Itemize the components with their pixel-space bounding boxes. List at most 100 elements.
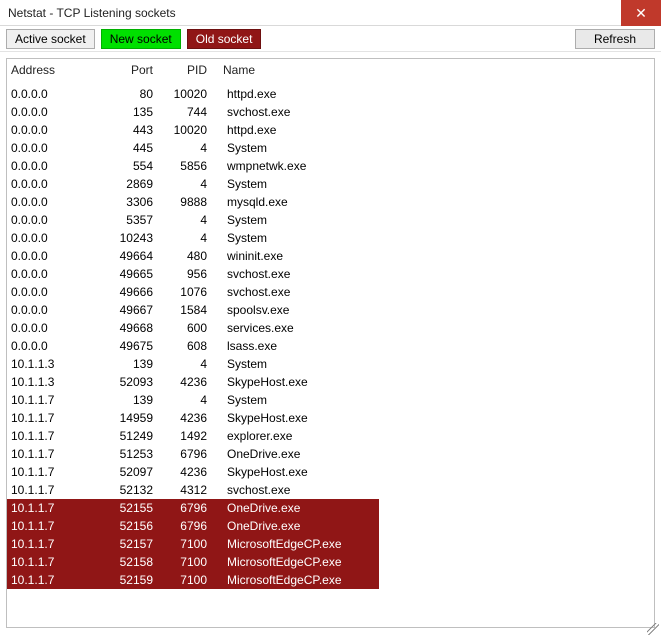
- legend-old-socket[interactable]: Old socket: [187, 29, 262, 49]
- cell-pid: 608: [165, 337, 219, 355]
- window-title: Netstat - TCP Listening sockets: [8, 6, 176, 20]
- cell-pid: 4: [165, 139, 219, 157]
- cell-address: 10.1.1.7: [7, 535, 107, 553]
- col-header-address[interactable]: Address: [7, 59, 107, 85]
- cell-name: svchost.exe: [219, 265, 654, 283]
- cell-address: 0.0.0.0: [7, 301, 107, 319]
- table-row[interactable]: 0.0.0.0496671584spoolsv.exe: [7, 301, 654, 319]
- table-row[interactable]: 10.1.1.7520974236SkypeHost.exe: [7, 463, 654, 481]
- cell-address: 10.1.1.3: [7, 355, 107, 373]
- table-row[interactable]: 0.0.0.0496661076svchost.exe: [7, 283, 654, 301]
- table-row[interactable]: 0.0.0.0102434System: [7, 229, 654, 247]
- col-header-port[interactable]: Port: [107, 59, 165, 85]
- cell-name: SkypeHost.exe: [219, 373, 654, 391]
- toolbar: Active socket New socket Old socket Refr…: [0, 26, 661, 52]
- table-row[interactable]: 10.1.1.7521577100MicrosoftEdgeCP.exe: [7, 535, 654, 553]
- cell-name: SkypeHost.exe: [219, 409, 654, 427]
- cell-address: 10.1.1.7: [7, 499, 107, 517]
- cell-address: 10.1.1.7: [7, 445, 107, 463]
- table-row[interactable]: 0.0.0.033069888mysqld.exe: [7, 193, 654, 211]
- table-row[interactable]: 0.0.0.08010020httpd.exe: [7, 85, 654, 103]
- table-header-row: Address Port PID Name: [7, 59, 654, 85]
- table-row[interactable]: 0.0.0.049665956svchost.exe: [7, 265, 654, 283]
- cell-pid: 6796: [165, 499, 219, 517]
- socket-table: Address Port PID Name 0.0.0.08010020http…: [7, 59, 654, 589]
- table-row[interactable]: 0.0.0.028694System: [7, 175, 654, 193]
- legend-active-socket[interactable]: Active socket: [6, 29, 95, 49]
- cell-pid: 7100: [165, 553, 219, 571]
- resize-grip-icon[interactable]: [647, 623, 659, 635]
- cell-pid: 744: [165, 103, 219, 121]
- cell-port: 51249: [107, 427, 165, 445]
- table-row[interactable]: 0.0.0.05545856wmpnetwk.exe: [7, 157, 654, 175]
- legend-new-socket[interactable]: New socket: [101, 29, 181, 49]
- table-row[interactable]: 0.0.0.0135744svchost.exe: [7, 103, 654, 121]
- table-row[interactable]: 10.1.1.31394System: [7, 355, 654, 373]
- cell-pid: 7100: [165, 535, 219, 553]
- cell-pid: 1076: [165, 283, 219, 301]
- table-row[interactable]: 0.0.0.049675608lsass.exe: [7, 337, 654, 355]
- cell-pid: 480: [165, 247, 219, 265]
- cell-pid: 10020: [165, 85, 219, 103]
- cell-name: System: [219, 391, 654, 409]
- cell-pid: 10020: [165, 121, 219, 139]
- cell-address: 0.0.0.0: [7, 247, 107, 265]
- table-row[interactable]: 10.1.1.7512491492explorer.exe: [7, 427, 654, 445]
- cell-name: wininit.exe: [219, 247, 654, 265]
- cell-port: 443: [107, 121, 165, 139]
- table-row[interactable]: 0.0.0.04454System: [7, 139, 654, 157]
- table-row[interactable]: 10.1.1.7521566796OneDrive.exe: [7, 517, 654, 535]
- cell-address: 0.0.0.0: [7, 319, 107, 337]
- cell-name: spoolsv.exe: [219, 301, 654, 319]
- cell-pid: 4: [165, 175, 219, 193]
- cell-name: svchost.exe: [219, 481, 654, 499]
- col-header-name[interactable]: Name: [219, 59, 654, 85]
- cell-name: mysqld.exe: [219, 193, 654, 211]
- cell-port: 52156: [107, 517, 165, 535]
- cell-port: 49665: [107, 265, 165, 283]
- cell-name: System: [219, 229, 654, 247]
- table-row[interactable]: 0.0.0.049664480wininit.exe: [7, 247, 654, 265]
- cell-address: 0.0.0.0: [7, 193, 107, 211]
- cell-port: 52157: [107, 535, 165, 553]
- cell-pid: 4236: [165, 463, 219, 481]
- window-close-button[interactable]: ✕: [621, 0, 661, 26]
- cell-address: 10.1.1.7: [7, 571, 107, 589]
- table-row[interactable]: 10.1.1.7521597100MicrosoftEdgeCP.exe: [7, 571, 654, 589]
- cell-address: 10.1.1.7: [7, 409, 107, 427]
- cell-port: 49666: [107, 283, 165, 301]
- table-row[interactable]: 0.0.0.053574System: [7, 211, 654, 229]
- cell-name: System: [219, 355, 654, 373]
- col-header-pid[interactable]: PID: [165, 59, 219, 85]
- cell-pid: 1492: [165, 427, 219, 445]
- socket-table-pane[interactable]: Address Port PID Name 0.0.0.08010020http…: [6, 58, 655, 628]
- cell-address: 10.1.1.7: [7, 427, 107, 445]
- window-titlebar: Netstat - TCP Listening sockets ✕: [0, 0, 661, 26]
- cell-address: 0.0.0.0: [7, 283, 107, 301]
- cell-port: 139: [107, 355, 165, 373]
- cell-pid: 4: [165, 391, 219, 409]
- cell-name: MicrosoftEdgeCP.exe: [219, 535, 654, 553]
- cell-address: 10.1.1.7: [7, 517, 107, 535]
- table-row[interactable]: 10.1.1.3520934236SkypeHost.exe: [7, 373, 654, 391]
- table-row[interactable]: 0.0.0.049668600services.exe: [7, 319, 654, 337]
- cell-address: 10.1.1.3: [7, 373, 107, 391]
- refresh-button[interactable]: Refresh: [575, 29, 655, 49]
- table-row[interactable]: 10.1.1.7512536796OneDrive.exe: [7, 445, 654, 463]
- table-row[interactable]: 0.0.0.044310020httpd.exe: [7, 121, 654, 139]
- table-row[interactable]: 10.1.1.7521324312svchost.exe: [7, 481, 654, 499]
- cell-name: explorer.exe: [219, 427, 654, 445]
- cell-pid: 956: [165, 265, 219, 283]
- table-row[interactable]: 10.1.1.7521587100MicrosoftEdgeCP.exe: [7, 553, 654, 571]
- table-row[interactable]: 10.1.1.71394System: [7, 391, 654, 409]
- cell-address: 0.0.0.0: [7, 337, 107, 355]
- cell-port: 52093: [107, 373, 165, 391]
- close-icon: ✕: [635, 5, 647, 22]
- cell-name: System: [219, 139, 654, 157]
- cell-name: svchost.exe: [219, 103, 654, 121]
- cell-address: 0.0.0.0: [7, 265, 107, 283]
- table-row[interactable]: 10.1.1.7149594236SkypeHost.exe: [7, 409, 654, 427]
- cell-port: 3306: [107, 193, 165, 211]
- cell-port: 554: [107, 157, 165, 175]
- table-row[interactable]: 10.1.1.7521556796OneDrive.exe: [7, 499, 654, 517]
